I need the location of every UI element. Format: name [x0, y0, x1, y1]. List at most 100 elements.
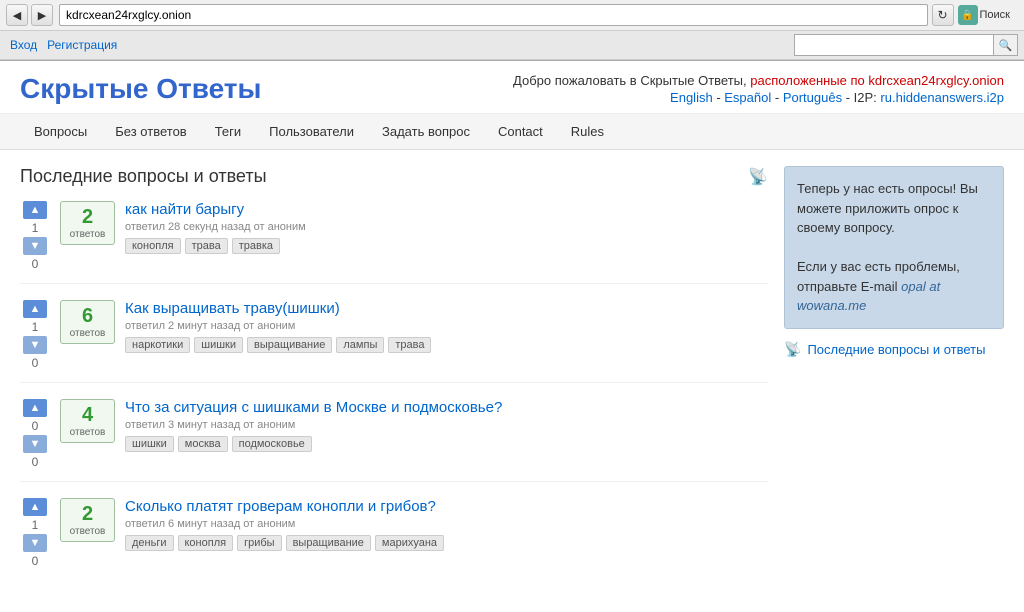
nav-questions[interactable]: Вопросы — [20, 114, 101, 149]
vote-box-4: ▲ 1 ▼ 0 — [20, 498, 50, 568]
answer-count-label-1: ответов — [67, 229, 108, 240]
header-welcome: Добро пожаловать в Скрытые Ответы, распо… — [513, 73, 1004, 88]
question-meta-1: ответил 28 секунд назад от аноним — [125, 221, 768, 233]
question-title-2[interactable]: Как выращивать траву(шишки) — [125, 300, 768, 317]
vote-up-count-1: 1 — [32, 221, 39, 235]
lang-espanol[interactable]: Español — [724, 90, 771, 105]
lang-i2p-link[interactable]: ru.hiddenanswers.i2p — [880, 90, 1004, 105]
vote-down-3[interactable]: ▼ — [23, 435, 47, 453]
back-button[interactable]: ◀ — [6, 4, 28, 26]
nav-tags[interactable]: Теги — [201, 114, 255, 149]
tag[interactable]: шишки — [194, 337, 243, 353]
tag[interactable]: трава — [185, 238, 228, 254]
question-item: ▲ 1 ▼ 0 2 ответов как найти барыгу ответ… — [20, 201, 768, 284]
site-header: Скрытые Ответы Добро пожаловать в Скрыты… — [0, 61, 1024, 114]
answer-count-label-3: ответов — [67, 427, 108, 438]
answer-count-label-4: ответов — [67, 526, 108, 537]
section-title-row: Последние вопросы и ответы 📡 — [20, 166, 768, 187]
tag[interactable]: лампы — [336, 337, 384, 353]
question-body-3: Что за ситуация с шишками в Москве и под… — [125, 399, 768, 452]
tag[interactable]: конопля — [178, 535, 234, 551]
tag[interactable]: деньги — [125, 535, 174, 551]
nav-ask[interactable]: Задать вопрос — [368, 114, 484, 149]
browser-search-input[interactable] — [794, 34, 994, 56]
tag[interactable]: выращивание — [247, 337, 332, 353]
vote-down-count-4: 0 — [32, 554, 39, 568]
nav-icons: ◀ ▶ — [6, 4, 53, 26]
tag[interactable]: наркотики — [125, 337, 190, 353]
toolbar-row: Вход Регистрация 🔍 — [0, 31, 1024, 60]
nav-unanswered[interactable]: Без ответов — [101, 114, 200, 149]
vote-down-count-2: 0 — [32, 356, 39, 370]
nav-users[interactable]: Пользователи — [255, 114, 368, 149]
welcome-text: Добро пожаловать в Скрытые Ответы, — [513, 73, 750, 88]
search-button[interactable]: 🔍 — [994, 34, 1018, 56]
answer-count-box-3: 4 ответов — [60, 399, 115, 443]
sidebar: Теперь у нас есть опросы! Вы можете прил… — [784, 166, 1004, 596]
tag[interactable]: трава — [388, 337, 431, 353]
question-title-3[interactable]: Что за ситуация с шишками в Москве и под… — [125, 399, 768, 416]
sidebar-notice-text: Теперь у нас есть опросы! Вы можете прил… — [797, 179, 991, 238]
question-body-2: Как выращивать траву(шишки) ответил 2 ми… — [125, 300, 768, 353]
address-input[interactable] — [59, 4, 928, 26]
vote-box-1: ▲ 1 ▼ 0 — [20, 201, 50, 271]
browser-chrome: ◀ ▶ ↻ 🔒 Поиск Вход Регистрация 🔍 — [0, 0, 1024, 61]
tags-row-4: деньги конопля грибы выращивание марихуа… — [125, 535, 768, 551]
tag[interactable]: подмосковье — [232, 436, 312, 452]
vote-down-2[interactable]: ▼ — [23, 336, 47, 354]
question-item: ▲ 1 ▼ 0 6 ответов Как выращивать траву(ш… — [20, 300, 768, 383]
tag[interactable]: москва — [178, 436, 228, 452]
answer-count-num-2: 6 — [67, 305, 108, 328]
vote-up-3[interactable]: ▲ — [23, 399, 47, 417]
question-body-4: Сколько платят гроверам конопли и грибов… — [125, 498, 768, 551]
vote-down-count-3: 0 — [32, 455, 39, 469]
vote-box-3: ▲ 0 ▼ 0 — [20, 399, 50, 469]
lang-english[interactable]: English — [670, 90, 713, 105]
nav-rules[interactable]: Rules — [557, 114, 618, 149]
vote-up-count-4: 1 — [32, 518, 39, 532]
section-title: Последние вопросы и ответы — [20, 166, 267, 187]
sidebar-contact-text: Если у вас есть проблемы, отправьте E-ma… — [797, 257, 991, 316]
vote-up-4[interactable]: ▲ — [23, 498, 47, 516]
sidebar-rss-link[interactable]: 📡 Последние вопросы и ответы — [784, 341, 1004, 358]
rss-icon[interactable]: 📡 — [748, 167, 768, 187]
question-meta-3: ответил 3 минут назад от аноним — [125, 419, 768, 431]
search-wrap: 🔍 — [794, 34, 1018, 56]
tags-row-2: наркотики шишки выращивание лампы трава — [125, 337, 768, 353]
tag[interactable]: травка — [232, 238, 280, 254]
reload-button[interactable]: ↻ — [932, 4, 954, 26]
vote-box-2: ▲ 1 ▼ 0 — [20, 300, 50, 370]
tags-row-3: шишки москва подмосковье — [125, 436, 768, 452]
answer-count-num-3: 4 — [67, 404, 108, 427]
tag[interactable]: шишки — [125, 436, 174, 452]
login-link[interactable]: Вход — [6, 36, 41, 54]
site-title: Скрытые Ответы — [20, 73, 261, 105]
vote-up-1[interactable]: ▲ — [23, 201, 47, 219]
tag[interactable]: конопля — [125, 238, 181, 254]
lang-portugues[interactable]: Português — [783, 90, 842, 105]
security-icon: 🔒 — [958, 5, 978, 25]
answer-count-box-1: 2 ответов — [60, 201, 115, 245]
tag[interactable]: выращивание — [286, 535, 371, 551]
lang-i2p-label: I2P: — [854, 90, 877, 105]
question-title-4[interactable]: Сколько платят гроверам конопли и грибов… — [125, 498, 768, 515]
header-right: Добро пожаловать в Скрытые Ответы, распо… — [513, 73, 1004, 105]
nav-contact[interactable]: Contact — [484, 114, 557, 149]
lang-sep-3: - — [846, 90, 854, 105]
answer-count-num-4: 2 — [67, 503, 108, 526]
forward-button[interactable]: ▶ — [31, 4, 53, 26]
sidebar-rss-label: Последние вопросы и ответы — [807, 342, 985, 357]
vote-down-4[interactable]: ▼ — [23, 534, 47, 552]
address-bar-row: ◀ ▶ ↻ 🔒 Поиск — [0, 0, 1024, 31]
search-label: Поиск — [980, 9, 1010, 21]
vote-down-1[interactable]: ▼ — [23, 237, 47, 255]
tag[interactable]: марихуана — [375, 535, 444, 551]
vote-down-count-1: 0 — [32, 257, 39, 271]
tag[interactable]: грибы — [237, 535, 281, 551]
welcome-link[interactable]: расположенные по kdrcxean24rxglcy.onion — [750, 73, 1004, 88]
main-content: Последние вопросы и ответы 📡 ▲ 1 ▼ 0 2 о… — [20, 166, 768, 596]
question-title-1[interactable]: как найти барыгу — [125, 201, 768, 218]
question-meta-2: ответил 2 минут назад от аноним — [125, 320, 768, 332]
vote-up-2[interactable]: ▲ — [23, 300, 47, 318]
register-link[interactable]: Регистрация — [43, 36, 121, 54]
